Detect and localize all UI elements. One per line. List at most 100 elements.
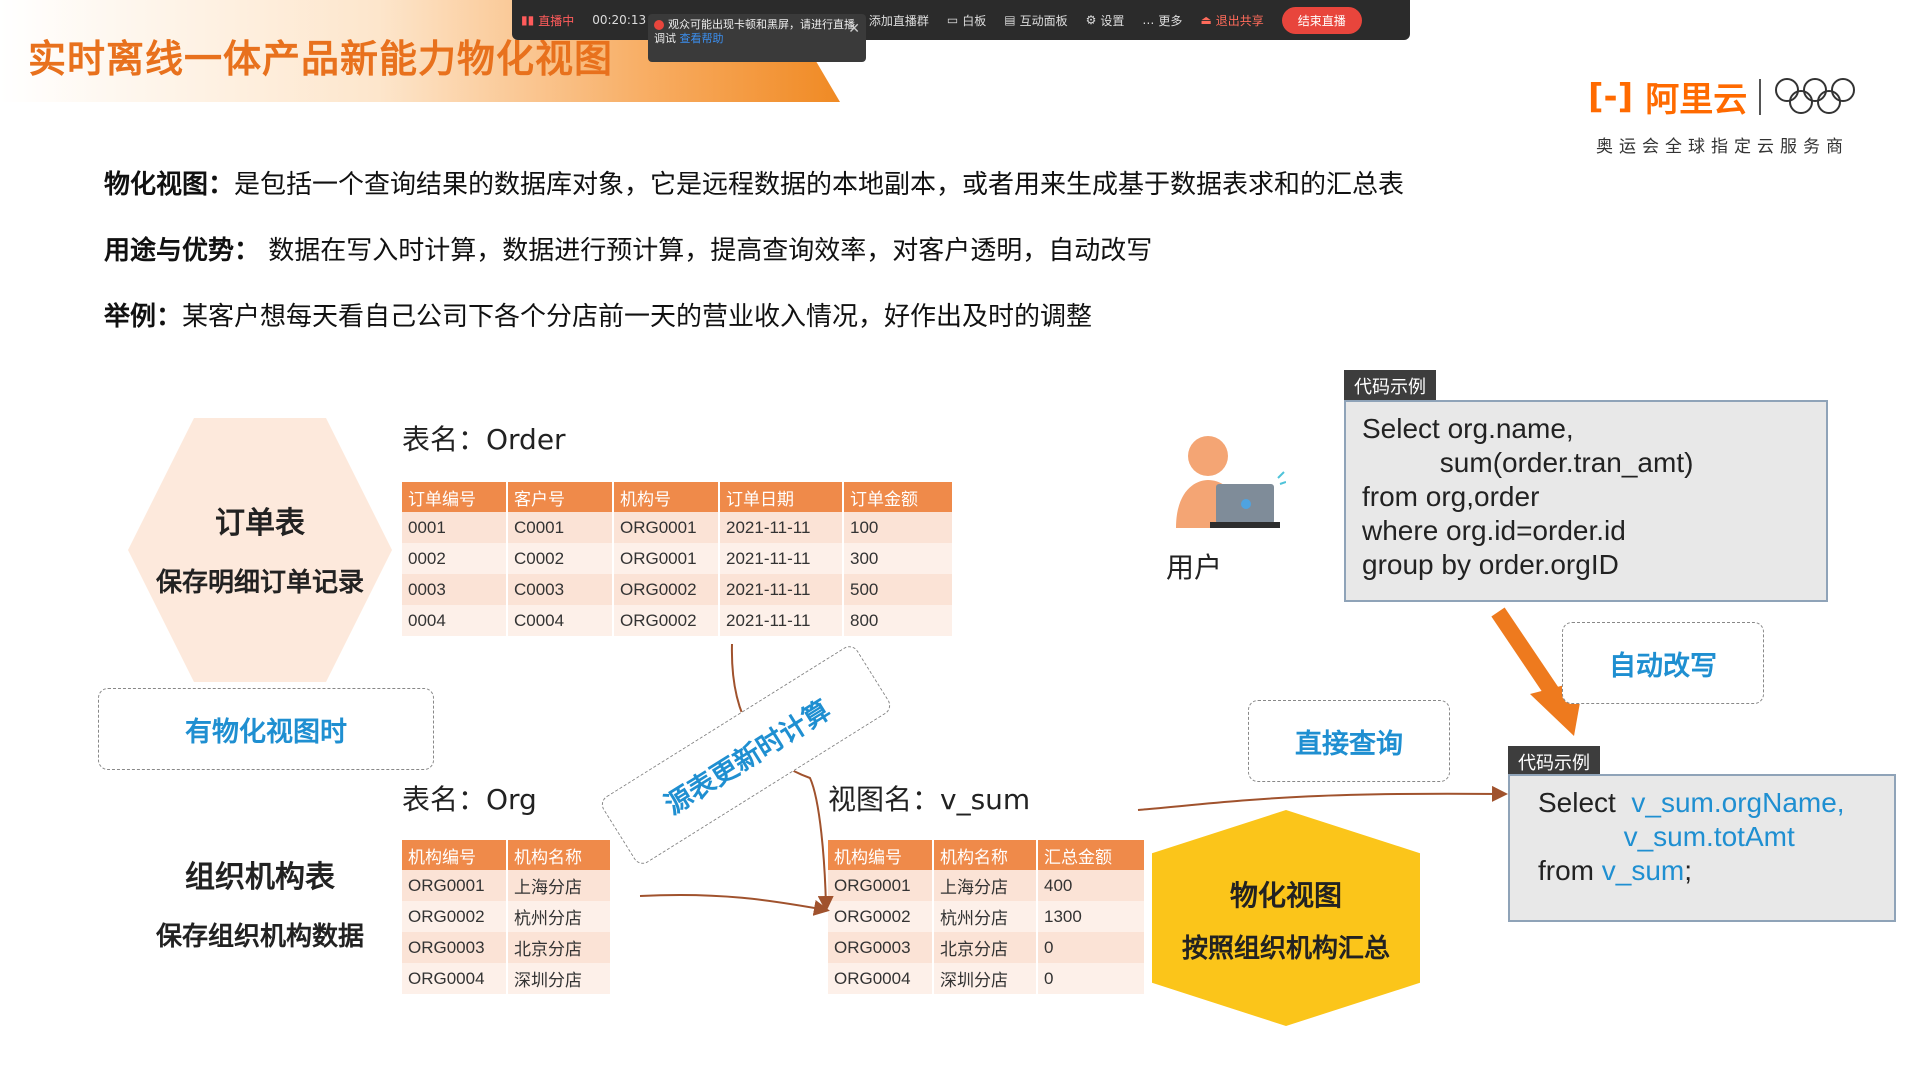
view-to-code-arrow	[1137, 785, 1508, 811]
code-line: where org.id=order.id	[1362, 515, 1626, 546]
table-cell: 800	[843, 605, 954, 636]
intro-label: 举例：	[104, 302, 183, 332]
toolbar-settings[interactable]: ⚙ 设置	[1086, 12, 1125, 29]
user-at-laptop-icon	[1176, 436, 1286, 528]
table-cell: 北京分店	[507, 932, 612, 963]
org-table-label: 表名：Org	[402, 783, 537, 816]
table-cell: ORG0002	[613, 605, 720, 636]
code-example-tag: 代码示例	[1344, 370, 1436, 402]
table-cell: ORG0004	[402, 963, 508, 994]
table-cell: 0	[1037, 963, 1146, 994]
column-header: 客户号	[507, 482, 614, 512]
olympic-rings-icon	[1775, 77, 1856, 114]
toolbar-item-label: 白板	[962, 13, 987, 28]
order-table-label: 表名：Order	[402, 423, 566, 456]
mv-hex-subtitle: 按照组织机构汇总	[1181, 934, 1390, 964]
close-icon[interactable]: ✕	[848, 22, 860, 36]
exit-share-button[interactable]: ⏏ 退出共享	[1200, 12, 1263, 29]
table-cell: ORG0001	[828, 870, 934, 901]
table-cell: C0003	[507, 574, 614, 605]
table-cell: 0001	[402, 512, 508, 543]
toolbar-item-label: 互动面板	[1019, 13, 1068, 28]
code-field: v_sum.totAmt	[1623, 821, 1795, 852]
column-header: 订单编号	[402, 482, 508, 512]
column-header: 机构名称	[933, 840, 1038, 870]
toolbar-more[interactable]: … 更多	[1142, 12, 1182, 29]
live-toolbar: ▮▮ 直播中 00:20:13 ⚇添加直播群 ▭白板 ▤互动面板 ⚙设置 …更多…	[512, 0, 1410, 40]
order-hex-title: 订单表	[215, 506, 305, 541]
table-cell: C0002	[507, 543, 614, 574]
table-cell: ORG0004	[828, 963, 934, 994]
table-cell: 2021-11-11	[719, 512, 844, 543]
table-cell: ORG0003	[402, 932, 508, 963]
table-cell: 100	[843, 512, 954, 543]
column-header: 机构名称	[507, 840, 612, 870]
code-line: Select org.name,	[1362, 413, 1574, 444]
intro-text: 是包括一个查询结果的数据库对象，它是远程数据的本地副本，或者用来生成基于数据表求…	[234, 170, 1405, 200]
toolbar-interaction-panel[interactable]: ▤ 互动面板	[1004, 12, 1067, 29]
table-cell: 2021-11-11	[719, 605, 844, 636]
table-cell: 杭州分店	[933, 901, 1038, 932]
live-bars-icon: ▮▮	[521, 13, 535, 27]
mv-hexagon	[1152, 810, 1420, 1026]
order-hexagon	[128, 418, 392, 682]
table-row: ORG0003 北京分店	[402, 932, 612, 963]
table-cell: 0004	[402, 605, 508, 636]
table-cell: 深圳分店	[933, 963, 1038, 994]
table-row: ORG0001 上海分店	[402, 870, 612, 901]
live-label: 直播中	[538, 13, 575, 28]
column-header: 机构编号	[402, 840, 508, 870]
aliyun-mark-icon: [-]	[1588, 76, 1634, 117]
table-cell: 上海分店	[933, 870, 1038, 901]
intro-text: 某客户想每天看自己公司下各个分店前一天的营业收入情况，好作出及时的调整	[182, 302, 1093, 332]
code-line: from org,order	[1362, 481, 1540, 512]
table-cell: 1300	[1037, 901, 1146, 932]
warning-dot-icon	[654, 20, 664, 30]
logo-divider	[1759, 78, 1762, 115]
toolbar-item-label: 更多	[1158, 13, 1183, 28]
notice-help-link[interactable]: 查看帮助	[680, 32, 724, 45]
intro-usage: 用途与优势： 数据在写入时计算，数据进行预计算，提高查询效率，对客户透明，自动改…	[104, 230, 1152, 267]
table-row: ORG0004 深圳分店	[402, 963, 612, 994]
table-cell: ORG0002	[613, 574, 720, 605]
code-line: sum(order.tran_amt)	[1362, 447, 1694, 478]
column-header: 汇总金额	[1037, 840, 1146, 870]
table-cell: ORG0002	[402, 901, 508, 932]
table-cell: 深圳分店	[507, 963, 612, 994]
code-line: group by order.orgID	[1362, 549, 1619, 580]
aliyun-logo: [-] 阿里云	[1588, 72, 1857, 121]
table-row: ORG0002 杭州分店	[402, 901, 612, 932]
intro-label: 用途与优势：	[104, 236, 261, 266]
table-cell: 500	[843, 574, 954, 605]
view-table: 机构编号 机构名称 汇总金额 ORG0001 上海分店 400 ORG0002 杭州分…	[828, 840, 1146, 994]
end-live-button[interactable]: 结束直播	[1281, 6, 1362, 34]
table-cell: C0004	[507, 605, 614, 636]
order-hex-subtitle: 保存明细订单记录	[155, 568, 364, 598]
table-cell: 杭州分店	[507, 901, 612, 932]
whiteboard-icon: ▭	[946, 13, 959, 27]
live-status: ▮▮ 直播中	[521, 12, 574, 29]
code-line: v_sum.totAmt	[1538, 820, 1878, 854]
code-line: Select v_sum.orgName,	[1538, 786, 1878, 820]
notice-popup: 观众可能出现卡顿和黑屏，请进行直播调试 查看帮助 ✕	[648, 14, 866, 62]
table-row: ORG0002 杭州分店 1300	[828, 901, 1146, 932]
code-field: v_sum.orgName,	[1631, 787, 1845, 818]
table-row: ORG0004 深圳分店 0	[828, 963, 1146, 994]
table-row: 0002 C0002 ORG0001 2021-11-11 300	[402, 543, 954, 574]
column-header: 订单日期	[719, 482, 844, 512]
toolbar-whiteboard[interactable]: ▭ 白板	[947, 12, 986, 29]
table-cell: 上海分店	[507, 870, 612, 901]
order-table: 订单编号 客户号 机构号 订单日期 订单金额 0001 C0001 ORG0001 2…	[402, 482, 954, 636]
exit-share-label: 退出共享	[1215, 13, 1264, 28]
toolbar-item-label: 设置	[1100, 13, 1125, 28]
org-table: 机构编号 机构名称 ORG0001 上海分店 ORG0002 杭州分店 ORG000…	[402, 840, 612, 994]
code-example-1: Select org.name, sum(order.tran_amt) fro…	[1344, 400, 1828, 602]
org-to-view-arrow	[639, 893, 830, 916]
table-cell: 北京分店	[933, 932, 1038, 963]
table-row: 0003 C0003 ORG0002 2021-11-11 500	[402, 574, 954, 605]
code-line: from v_sum;	[1538, 854, 1878, 888]
mv-hex-title: 物化视图	[1229, 879, 1342, 912]
table-cell: 2021-11-11	[719, 543, 844, 574]
table-row: ORG0001 上海分店 400	[828, 870, 1146, 901]
intro-label: 物化视图：	[104, 170, 235, 200]
